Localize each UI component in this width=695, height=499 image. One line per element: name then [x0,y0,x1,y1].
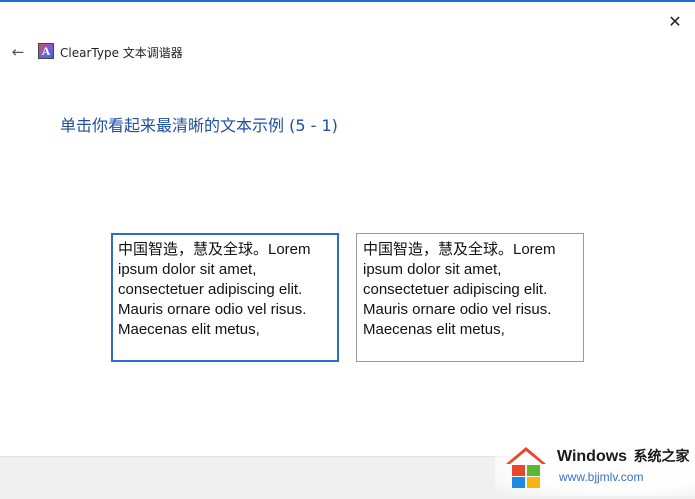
logo-yellow-pane [527,477,540,488]
logo-blue-pane [512,477,525,488]
text-sample-1[interactable]: 中国智造，慧及全球。Lorem ipsum dolor sit amet, co… [111,233,339,362]
logo-red-pane [512,465,525,476]
windows-house-logo-icon [506,447,546,488]
app-title: ClearType 文本调谐器 [60,46,183,60]
page-instruction: 单击你看起来最清晰的文本示例 (5 - 1) [60,116,338,135]
watermark: Windows 系统之家 www.bjjmlv.com [495,440,695,496]
watermark-url: www.bjjmlv.com [559,470,644,484]
text-sample-1-content: 中国智造，慧及全球。Lorem ipsum dolor sit amet, co… [118,241,311,338]
close-icon: ✕ [668,11,682,31]
app-icon-letter: A [41,43,51,58]
back-button[interactable]: ← [8,42,28,62]
back-arrow-icon: ← [11,43,25,61]
watermark-brand: Windows 系统之家 [557,446,690,466]
cleartype-app-icon: A [38,43,54,59]
cleartype-window: ✕ ← A ClearType 文本调谐器 单击你看起来最清晰的文本示例 (5 … [0,0,695,499]
logo-green-pane [527,465,540,476]
close-button[interactable]: ✕ [663,10,687,32]
watermark-brand-cn: 系统之家 [633,448,690,464]
text-sample-2-content: 中国智造，慧及全球。Lorem ipsum dolor sit amet, co… [363,241,556,338]
text-sample-2[interactable]: 中国智造，慧及全球。Lorem ipsum dolor sit amet, co… [356,233,584,362]
watermark-brand-en: Windows [557,448,628,465]
